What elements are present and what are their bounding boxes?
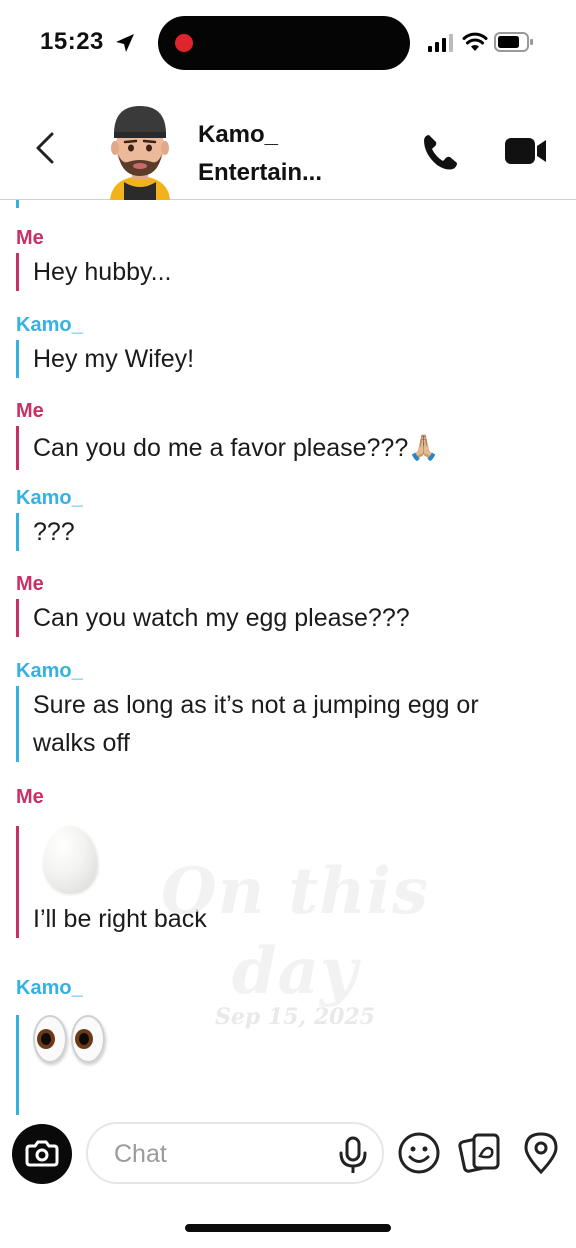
status-time: 15:23 [40, 28, 104, 55]
message[interactable]: Me Can you watch my egg please??? [16, 569, 556, 637]
contact-name[interactable]: Kamo_ Entertain... [198, 116, 398, 192]
contact-name-line1: Kamo_ [198, 121, 279, 148]
message[interactable]: Kamo_ Sure as long as it’s not a jumping… [16, 656, 536, 762]
message-text: Hey hubby... [16, 253, 556, 291]
egg-emoji [43, 826, 97, 892]
eye-icon [33, 1015, 67, 1063]
recording-indicator-icon [175, 34, 193, 52]
message[interactable]: Me Can you do me a favor please???🙏🏼 [16, 396, 556, 470]
message-body: I’ll be right back [16, 826, 556, 938]
sender-label: Kamo_ [16, 977, 83, 999]
message-text: Can you watch my egg please??? [16, 599, 556, 637]
message[interactable]: Kamo_ [16, 973, 556, 1115]
avatar[interactable] [100, 100, 180, 200]
smiley-icon[interactable] [396, 1130, 442, 1176]
chat-input[interactable]: Chat [86, 1122, 384, 1184]
message-thread[interactable]: Me Hey hubby... Kamo_ Hey my Wifey! Me C… [0, 200, 576, 1115]
sender-label: Kamo_ [16, 314, 83, 336]
chevron-left-icon[interactable] [26, 128, 62, 168]
contact-name-line2: Entertain... [198, 159, 323, 186]
folded-hands-emoji: 🙏🏼 [408, 434, 440, 462]
sender-label: Me [16, 573, 44, 595]
eyes-emoji [33, 1015, 556, 1063]
cellular-signal-icon [428, 34, 453, 52]
dynamic-island [158, 16, 410, 70]
wifi-icon [462, 32, 488, 51]
message-body: Can you do me a favor please???🙏🏼 [16, 426, 556, 470]
location-arrow-icon [116, 34, 134, 52]
message-text: Hey my Wifey! [16, 340, 556, 378]
message[interactable]: Kamo_ Hey my Wifey! [16, 310, 556, 378]
message-text: Sure as long as it’s not a jumping egg o… [16, 686, 536, 762]
chat-header: Kamo_ Entertain... [0, 92, 576, 200]
sender-label: Me [16, 786, 44, 808]
message-text: Can you do me a favor please??? [33, 434, 409, 462]
message[interactable]: Me Hey hubby... [16, 223, 556, 291]
message-body [16, 1015, 556, 1115]
location-pin-icon[interactable] [518, 1130, 564, 1176]
video-camera-icon[interactable] [504, 136, 548, 166]
message[interactable]: Kamo_ ??? [16, 483, 556, 551]
chat-placeholder: Chat [114, 1140, 167, 1168]
status-bar: 15:23 [0, 0, 576, 90]
previous-message-edge [16, 200, 19, 208]
phone-icon[interactable] [420, 132, 460, 172]
message-text: I’ll be right back [33, 905, 207, 933]
sender-label: Me [16, 400, 44, 422]
sender-label: Me [16, 227, 44, 249]
sticker-cards-icon[interactable] [458, 1130, 504, 1176]
sender-label: Kamo_ [16, 660, 83, 682]
battery-icon [494, 32, 533, 52]
camera-icon [25, 1140, 59, 1167]
message-text: ??? [16, 513, 556, 551]
home-indicator[interactable] [185, 1224, 391, 1232]
eye-icon [71, 1015, 105, 1063]
microphone-icon[interactable] [338, 1136, 368, 1174]
message[interactable]: Me I’ll be right back [16, 782, 556, 938]
camera-button[interactable] [12, 1124, 72, 1184]
sender-label: Kamo_ [16, 487, 83, 509]
